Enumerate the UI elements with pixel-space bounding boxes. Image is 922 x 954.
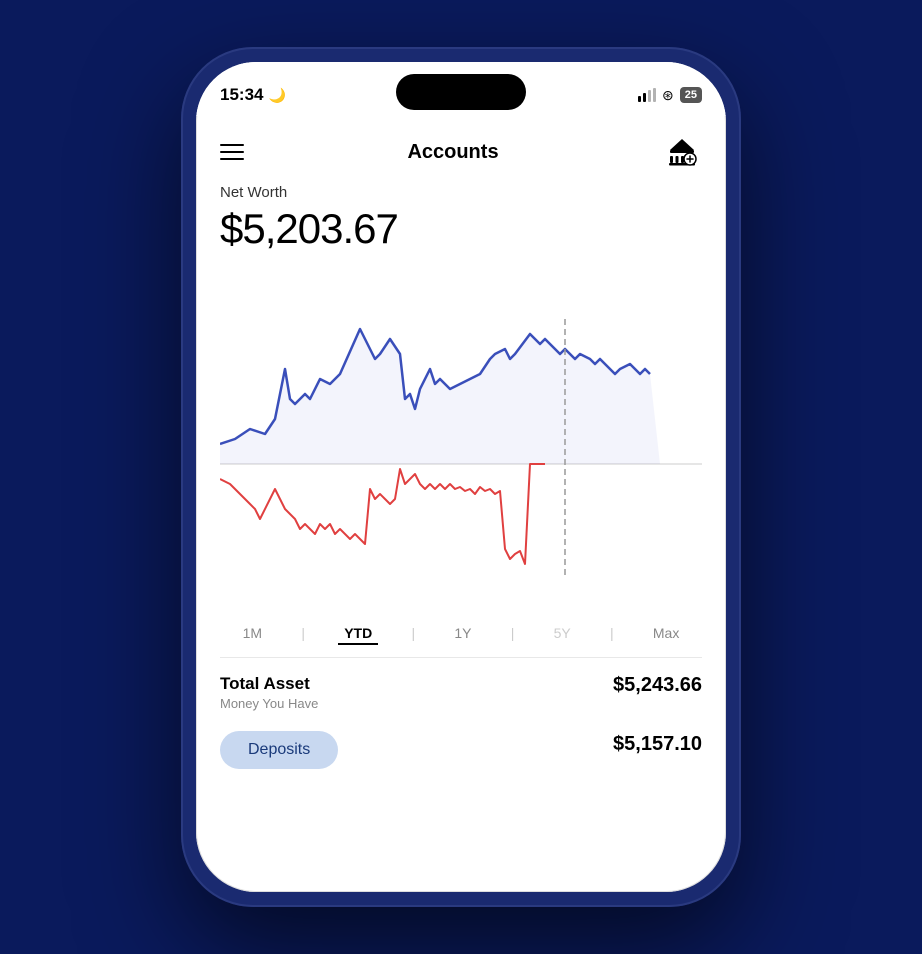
filter-1m[interactable]: 1M bbox=[237, 621, 268, 645]
divider-4: | bbox=[610, 625, 614, 641]
menu-button[interactable] bbox=[220, 144, 244, 160]
bottom-section: Total Asset Money You Have $5,243.66 Dep… bbox=[220, 658, 702, 769]
dynamic-island bbox=[396, 74, 526, 110]
menu-line-2 bbox=[220, 151, 244, 153]
top-nav: Accounts bbox=[220, 116, 702, 184]
chart-container[interactable] bbox=[220, 269, 702, 609]
nav-title: Accounts bbox=[407, 141, 498, 164]
phone-inner: 15:34 🌙 ⊛ 25 bbox=[196, 62, 726, 892]
net-worth-section: Net Worth $5,203.67 bbox=[220, 184, 702, 253]
time-filters: 1M | YTD | 1Y | 5Y | Max bbox=[220, 609, 702, 658]
total-asset-value: $5,243.66 bbox=[613, 674, 702, 697]
filter-ytd[interactable]: YTD bbox=[338, 621, 378, 645]
filter-max[interactable]: Max bbox=[647, 621, 685, 645]
filter-1y[interactable]: 1Y bbox=[448, 621, 477, 645]
signal-bar-3 bbox=[648, 90, 651, 102]
battery-display: 25 bbox=[680, 87, 702, 103]
divider-1: | bbox=[301, 625, 305, 641]
status-bar: 15:34 🌙 ⊛ 25 bbox=[196, 62, 726, 116]
total-asset-info: Total Asset Money You Have bbox=[220, 674, 318, 711]
moon-icon: 🌙 bbox=[268, 87, 285, 104]
wifi-icon: ⊛ bbox=[662, 87, 674, 104]
signal-bar-4 bbox=[653, 88, 656, 102]
net-worth-value: $5,203.67 bbox=[220, 205, 702, 253]
status-time: 15:34 🌙 bbox=[220, 85, 286, 105]
app-content: Accounts bbox=[196, 116, 726, 769]
net-worth-chart bbox=[220, 269, 702, 609]
menu-line-1 bbox=[220, 144, 244, 146]
total-asset-label: Total Asset bbox=[220, 674, 318, 694]
status-icons: ⊛ 25 bbox=[638, 87, 702, 104]
total-asset-row: Total Asset Money You Have $5,243.66 bbox=[220, 674, 702, 711]
total-asset-sublabel: Money You Have bbox=[220, 696, 318, 711]
divider-3: | bbox=[511, 625, 515, 641]
net-worth-label: Net Worth bbox=[220, 184, 702, 201]
add-bank-button[interactable] bbox=[662, 132, 702, 172]
signal-bar-2 bbox=[643, 93, 646, 102]
second-row-value: $5,157.10 bbox=[613, 733, 702, 756]
divider-2: | bbox=[411, 625, 415, 641]
signal-icon bbox=[638, 88, 656, 102]
filter-5y[interactable]: 5Y bbox=[548, 621, 577, 645]
signal-bar-1 bbox=[638, 96, 641, 102]
phone-outer: 15:34 🌙 ⊛ 25 bbox=[181, 47, 741, 907]
deposits-button[interactable]: Deposits bbox=[220, 731, 338, 769]
deposits-row: Deposits $5,157.10 bbox=[220, 719, 702, 769]
menu-line-3 bbox=[220, 158, 244, 160]
time-display: 15:34 bbox=[220, 85, 263, 105]
